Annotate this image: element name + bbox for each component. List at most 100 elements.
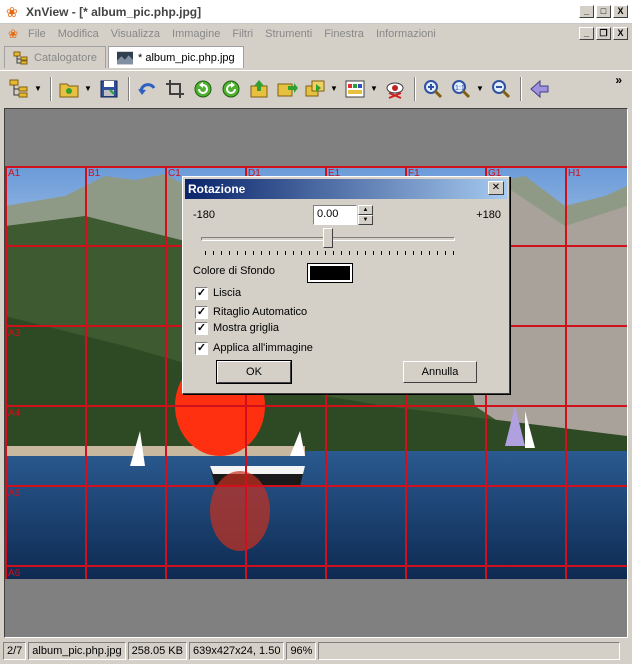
checkbox-applica[interactable]: ✓ xyxy=(195,342,208,355)
undo-icon xyxy=(138,82,156,95)
mdi-close-button[interactable]: X xyxy=(613,27,628,40)
status-zoom: 96% xyxy=(286,642,317,660)
close-button[interactable]: X xyxy=(613,5,628,18)
mdi-restore-button[interactable]: ❐ xyxy=(596,27,611,40)
angle-spinner[interactable]: ▲ ▼ xyxy=(358,205,373,225)
rotation-dialog: Rotazione ✕ -180 0.00 ▲ ▼ +180 Colore di… xyxy=(182,176,510,394)
menu-file[interactable]: File xyxy=(22,28,52,40)
export-icon xyxy=(250,79,268,97)
checkbox-label: Ritaglio Automatico xyxy=(213,306,308,318)
toolbar-overflow-button[interactable]: » xyxy=(615,73,622,87)
rotate-left-button[interactable] xyxy=(190,76,216,102)
cancel-button[interactable]: Annulla xyxy=(403,361,477,383)
document-tabs: Catalogatore * album_pic.php.jpg xyxy=(4,46,246,68)
dialog-title: Rotazione xyxy=(185,179,507,199)
undo-button[interactable] xyxy=(134,76,160,102)
chevron-down-icon[interactable]: ▼ xyxy=(330,84,338,93)
mdi-minimize-button[interactable]: _ xyxy=(579,27,594,40)
batch-button[interactable] xyxy=(302,76,328,102)
grid-line xyxy=(5,405,627,407)
grid-label: A5 xyxy=(8,488,21,499)
menu-strumenti[interactable]: Strumenti xyxy=(259,28,318,40)
browser-icon xyxy=(9,79,28,97)
red-eye-icon xyxy=(386,82,404,99)
grid-line xyxy=(5,565,627,567)
zoom-out-icon xyxy=(492,79,511,98)
zoom-in-button[interactable] xyxy=(420,76,446,102)
grid-line xyxy=(565,166,567,579)
zoom-fit-icon: 1:1 xyxy=(452,79,471,98)
status-page: 2/7 xyxy=(3,642,27,660)
window-title: XnView - [* album_pic.php.jpg] xyxy=(26,4,202,19)
status-filename: album_pic.php.jpg xyxy=(28,642,126,660)
angle-input[interactable]: 0.00 xyxy=(313,205,357,225)
slider-ticks xyxy=(205,251,455,255)
bg-color-swatch[interactable] xyxy=(307,263,353,283)
chevron-down-icon[interactable]: ▼ xyxy=(370,84,378,93)
menu-visualizza[interactable]: Visualizza xyxy=(105,28,166,40)
minimize-button[interactable]: _ xyxy=(579,5,594,18)
toolbar-divider xyxy=(128,76,130,101)
menu-filtri[interactable]: Filtri xyxy=(226,28,259,40)
dialog-close-icon[interactable]: ✕ xyxy=(488,181,504,195)
grid-label: H1 xyxy=(568,168,581,179)
save-icon xyxy=(100,80,118,97)
grid-label: C1 xyxy=(168,168,181,179)
rotate-right-button[interactable] xyxy=(218,76,244,102)
spin-up-icon[interactable]: ▲ xyxy=(358,205,373,215)
rotate-right-icon xyxy=(222,80,240,97)
menu-immagine[interactable]: Immagine xyxy=(166,28,226,40)
document-menu-icon[interactable]: ❀ xyxy=(8,27,22,41)
menu-informazioni[interactable]: Informazioni xyxy=(370,28,442,40)
chevron-down-icon[interactable]: ▼ xyxy=(34,84,42,93)
export-button[interactable] xyxy=(246,76,272,102)
colors-button[interactable] xyxy=(342,76,368,102)
back-arrow-icon xyxy=(530,79,549,98)
import-icon xyxy=(277,82,298,96)
status-dims: 639x427x24, 1.50 xyxy=(188,642,285,660)
status-size: 258.05 KB xyxy=(127,642,187,660)
svg-text:1:1: 1:1 xyxy=(455,85,465,92)
maximize-button[interactable]: □ xyxy=(596,5,611,18)
save-button[interactable] xyxy=(96,76,122,102)
zoom-in-icon xyxy=(424,79,443,98)
checkbox-liscia[interactable]: ✓ xyxy=(195,287,208,300)
image-thumb-icon xyxy=(117,51,133,64)
tab-label: Catalogatore xyxy=(34,51,97,64)
menu-finestra[interactable]: Finestra xyxy=(318,28,370,40)
angle-slider-thumb[interactable] xyxy=(323,228,333,248)
open-button[interactable] xyxy=(56,76,82,102)
grid-label: A1 xyxy=(8,168,21,179)
menu-modifica[interactable]: Modifica xyxy=(52,28,105,40)
toolbar-divider xyxy=(520,76,522,101)
ok-button[interactable]: OK xyxy=(216,360,292,384)
chevron-down-icon[interactable]: ▼ xyxy=(84,84,92,93)
grid-label: A4 xyxy=(8,408,21,419)
batch-icon xyxy=(305,80,325,96)
grid-line xyxy=(5,166,7,579)
crop-icon xyxy=(166,79,184,98)
browser-button[interactable] xyxy=(6,76,32,102)
spin-down-icon[interactable]: ▼ xyxy=(358,215,373,225)
tab-catalogatore[interactable]: Catalogatore xyxy=(4,46,106,68)
status-bar: 2/7 album_pic.php.jpg 258.05 KB 639x427x… xyxy=(0,640,632,662)
tab-album-pic[interactable]: * album_pic.php.jpg xyxy=(108,46,244,68)
previous-button[interactable] xyxy=(526,76,552,102)
xnview-window: ❀ XnView - [* album_pic.php.jpg] _ □ X ❀… xyxy=(0,0,632,664)
checkbox-griglia[interactable]: ✓ xyxy=(195,322,208,335)
bg-color-label: Colore di Sfondo xyxy=(193,265,275,277)
grid-line xyxy=(165,166,167,579)
crop-button[interactable] xyxy=(162,76,188,102)
red-eye-button[interactable] xyxy=(382,76,408,102)
open-folder-icon xyxy=(59,83,79,97)
zoom-out-button[interactable] xyxy=(488,76,514,102)
colors-icon xyxy=(345,80,365,97)
tab-label: * album_pic.php.jpg xyxy=(138,51,235,64)
zoom-fit-button[interactable]: 1:1 xyxy=(448,76,474,102)
chevron-down-icon[interactable]: ▼ xyxy=(476,84,484,93)
import-button[interactable] xyxy=(274,76,300,102)
toolbar-divider xyxy=(50,76,52,101)
toolbar: ▼ ▼ ▼ ▼ 1:1 ▼ » xyxy=(0,70,632,106)
checkbox-ritaglio[interactable]: ✓ xyxy=(195,306,208,319)
grid-label: B1 xyxy=(88,168,101,179)
